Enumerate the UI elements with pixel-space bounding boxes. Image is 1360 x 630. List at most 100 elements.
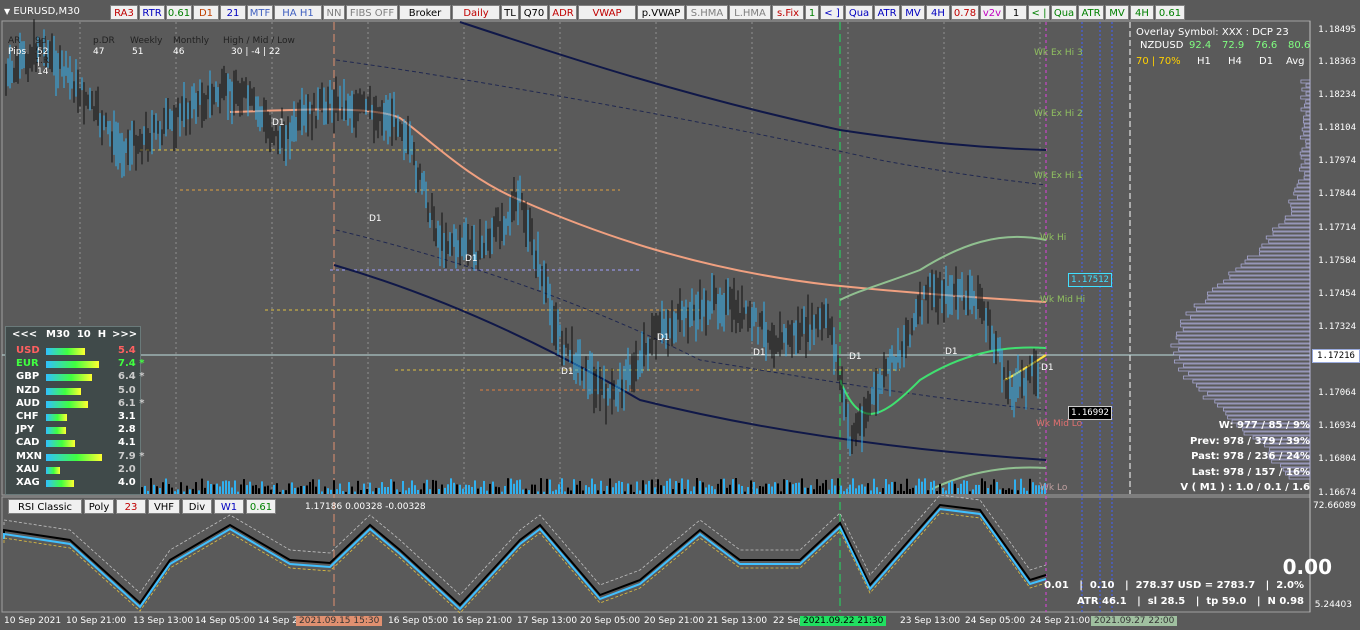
price-chart-canvas[interactable] xyxy=(0,0,1360,630)
volume-bar xyxy=(600,480,602,494)
toolbar-button-8[interactable]: FIBS OFF xyxy=(346,5,398,20)
sub-toolbar-button-4[interactable]: Div xyxy=(182,499,212,514)
toolbar-button-1[interactable]: RTR xyxy=(139,5,165,20)
chart-window[interactable]: ▼ EURUSD,M30 RA3 RTR 0.61 D1 21 MTF HA H1 NN FIB… xyxy=(0,0,1360,630)
overlay-tf: H1 xyxy=(1197,56,1211,67)
toolbar-button-9[interactable]: Broker xyxy=(399,5,451,20)
volume-bar xyxy=(1029,478,1031,494)
toolbar-button-12[interactable]: Q70 xyxy=(520,5,548,20)
toolbar-button-3[interactable]: D1 xyxy=(193,5,219,20)
volume-bar xyxy=(147,490,149,494)
volume-bar xyxy=(1002,488,1004,494)
volume-bar xyxy=(228,481,230,494)
volume-bar xyxy=(486,490,488,494)
toolbar-button-15[interactable]: p.VWAP xyxy=(637,5,685,20)
volume-bar xyxy=(561,478,563,494)
toolbar-button-6[interactable]: HA H1 xyxy=(274,5,322,20)
toolbar-button-31[interactable]: MV xyxy=(1105,5,1129,20)
volume-bar xyxy=(921,481,923,494)
price-tag-black: 1.16992 xyxy=(1068,406,1112,420)
toolbar-button-7[interactable]: NN xyxy=(323,5,345,20)
volume-bar xyxy=(462,488,464,494)
time-axis-label: 24 Sep 05:00 xyxy=(965,616,1026,626)
toolbar-button-25[interactable]: 0.78 xyxy=(951,5,979,20)
volume-bar xyxy=(672,489,674,494)
volume-profile-bar xyxy=(1223,407,1311,412)
toolbar-button-10[interactable]: Daily xyxy=(452,5,500,20)
toolbar-button-26[interactable]: v2v xyxy=(980,5,1004,20)
toolbar-button-14[interactable]: VWAP xyxy=(578,5,636,20)
toolbar-button-21[interactable]: Qua xyxy=(845,5,873,20)
volume-bar xyxy=(849,484,851,494)
volume-profile-bar xyxy=(1291,207,1311,212)
strength-bar xyxy=(46,440,75,448)
volume-bar xyxy=(594,484,596,494)
volume-bar xyxy=(588,487,590,494)
volume-bar xyxy=(693,486,695,494)
sub-toolbar-button-5[interactable]: W1 xyxy=(214,499,244,514)
volume-bar xyxy=(729,484,731,494)
volume-bar xyxy=(447,484,449,494)
toolbar-button-22[interactable]: ATR xyxy=(874,5,900,20)
toolbar-button-0[interactable]: RA3 xyxy=(110,5,138,20)
volume-bar xyxy=(945,490,947,494)
volume-bar xyxy=(318,479,320,494)
volume-profile-bar xyxy=(1303,123,1311,128)
volume-bar xyxy=(924,478,926,494)
toolbar-button-16[interactable]: S.HMA xyxy=(686,5,728,20)
volume-profile-bar xyxy=(1296,183,1311,188)
adr-col-ar: AR xyxy=(8,36,21,46)
toolbar-button-13[interactable]: ADR xyxy=(549,5,577,20)
toolbar-button-18[interactable]: s.Fix xyxy=(772,5,804,20)
volume-bar xyxy=(648,480,650,494)
volume-bar xyxy=(630,484,632,494)
dropdown-arrow-icon[interactable]: ▼ xyxy=(4,7,10,16)
volume-profile-bar xyxy=(1178,347,1311,352)
volume-profile-bar xyxy=(1178,339,1311,344)
toolbar-button-30[interactable]: ATR xyxy=(1078,5,1104,20)
volume-bar xyxy=(819,485,821,494)
next-arrow-button[interactable]: >>> xyxy=(112,329,137,340)
volume-profile-bar xyxy=(1299,135,1311,140)
volume-bar xyxy=(519,479,521,494)
toolbar-button-33[interactable]: 0.61 xyxy=(1155,5,1185,20)
toolbar-button-5[interactable]: MTF xyxy=(247,5,273,20)
volume-bar xyxy=(390,479,392,494)
toolbar-button-20[interactable]: < ] xyxy=(820,5,844,20)
toolbar-button-11[interactable]: TL xyxy=(501,5,519,20)
sub-toolbar-button-3[interactable]: VHF xyxy=(148,499,180,514)
volume-bar xyxy=(669,478,671,494)
volume-bar xyxy=(408,487,410,494)
toolbar-button-19[interactable]: 1 xyxy=(805,5,819,20)
volume-bar xyxy=(444,487,446,494)
volume-profile-bar xyxy=(1303,175,1311,180)
stats-last: Last: 978 / 157 / 16% xyxy=(1191,466,1310,478)
prev-arrow-button[interactable]: <<< xyxy=(12,329,37,340)
sub-toolbar-button-1[interactable]: Poly xyxy=(84,499,114,514)
sub-toolbar-button-6[interactable]: 0.61 xyxy=(246,499,276,514)
sub-toolbar-button-2[interactable]: 23 xyxy=(116,499,146,514)
time-axis-label: 10 Sep 21:00 xyxy=(66,616,127,626)
toolbar-button-17[interactable]: L.HMA xyxy=(729,5,771,20)
volume-bar xyxy=(963,480,965,494)
toolbar-button-29[interactable]: Qua xyxy=(1051,5,1077,20)
volume-bar xyxy=(807,487,809,494)
volume-profile-bar xyxy=(1304,103,1311,108)
sub-toolbar-button-0[interactable]: RSI Classic xyxy=(8,499,82,514)
volume-bar xyxy=(798,482,800,494)
toolbar-button-32[interactable]: 4H xyxy=(1130,5,1154,20)
toolbar-button-2[interactable]: 0.61 xyxy=(166,5,192,20)
toolbar-button-24[interactable]: 4H xyxy=(926,5,950,20)
toolbar-button-28[interactable]: < | xyxy=(1028,5,1050,20)
volume-profile-bar xyxy=(1298,179,1311,184)
toolbar-button-23[interactable]: MV xyxy=(901,5,925,20)
volume-bar xyxy=(732,479,734,494)
envelope-mid xyxy=(335,59,1047,186)
volume-bar xyxy=(141,487,143,494)
volume-bar xyxy=(879,491,881,494)
time-axis-label: 24 Sep 21:00 xyxy=(1030,616,1091,626)
volume-profile-bar xyxy=(1196,307,1311,312)
volume-bar xyxy=(870,490,872,494)
toolbar-button-27[interactable]: 1 xyxy=(1005,5,1027,20)
toolbar-button-4[interactable]: 21 xyxy=(220,5,246,20)
